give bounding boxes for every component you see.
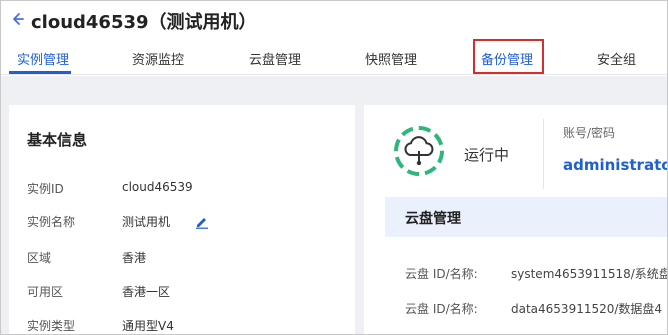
instance-type-label: 实例类型 (27, 319, 76, 333)
arrow-left-icon[interactable] (9, 11, 27, 31)
instance-name-value: 测试用机 (122, 215, 171, 229)
region-value: 香港 (122, 251, 147, 265)
disk-id-value: data4653911520/数据盘4 (511, 302, 663, 316)
page-title: cloud46539（测试用机） (31, 12, 257, 33)
basic-info-card: 基本信息 实例ID cloud46539 实例名称 测试用机 区域 香港 可用区… (9, 105, 355, 334)
disk-section-title: 云盘管理 (405, 211, 461, 227)
disk-section-header: 云盘管理 (385, 197, 667, 237)
instance-id-label: 实例ID (27, 182, 64, 196)
window: cloud46539（测试用机） 实例管理 资源监控 云盘管理 快照管理 备份管… (0, 0, 668, 335)
divider (543, 119, 544, 189)
account-value[interactable]: administrator/ (563, 156, 667, 174)
status-text: 运行中 (464, 146, 510, 164)
tab-security-group[interactable]: 安全组 (597, 49, 636, 68)
disk-id-value: system4653911518/系统盘 (511, 267, 668, 281)
region-label: 区域 (27, 251, 52, 265)
zone-label: 可用区 (27, 285, 64, 299)
active-tab-indicator (9, 71, 71, 74)
instance-type-value: 通用型V4 (122, 319, 174, 333)
account-label: 账号/密码 (563, 126, 616, 140)
disk-id-label: 云盘 ID/名称: (405, 267, 478, 281)
tab-resource-monitoring[interactable]: 资源监控 (132, 49, 184, 68)
tab-snapshot-management[interactable]: 快照管理 (365, 49, 417, 68)
basic-info-title: 基本信息 (27, 131, 88, 149)
instance-name-label: 实例名称 (27, 215, 76, 229)
tab-instance-management[interactable]: 实例管理 (17, 49, 69, 68)
tab-disk-management[interactable]: 云盘管理 (249, 49, 301, 68)
header: cloud46539（测试用机） (1, 1, 667, 43)
instance-id-value: cloud46539 (122, 180, 193, 194)
status-card: 运行中 账号/密码 administrator/ 云盘管理 云盘 ID/名称: … (364, 105, 668, 334)
cloud-status-icon (392, 124, 446, 178)
edit-icon[interactable] (195, 214, 209, 229)
tab-bar: 实例管理 资源监控 云盘管理 快照管理 备份管理 安全组 (1, 43, 667, 75)
highlight-box (473, 39, 544, 74)
disk-id-label: 云盘 ID/名称: (405, 302, 478, 316)
zone-value: 香港一区 (122, 285, 171, 299)
